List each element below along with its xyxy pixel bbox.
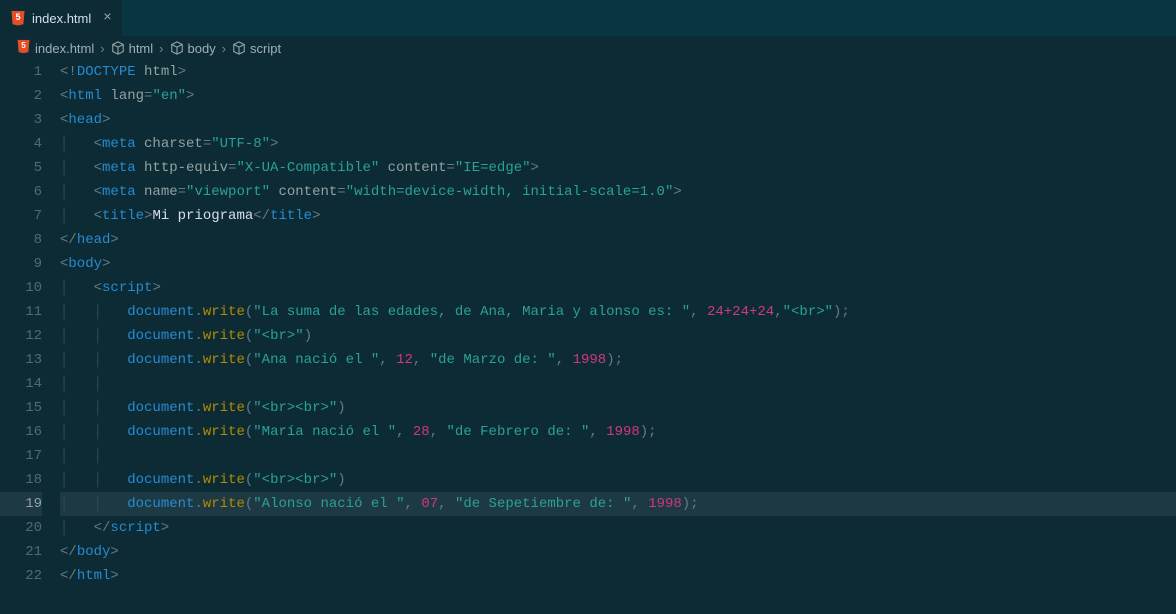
breadcrumb-label: body [188,41,216,56]
code-line[interactable]: │ <meta http-equiv="X-UA-Compatible" con… [60,156,1176,180]
tab-bar: index.html × [0,0,1176,36]
code-line[interactable]: │ │ document.write("<br><br>") [60,396,1176,420]
breadcrumb-body[interactable]: body [170,41,216,56]
breadcrumb-label: html [129,41,154,56]
breadcrumb-file-label: index.html [35,41,94,56]
code-line[interactable]: │ </script> [60,516,1176,540]
line-number: 4 [0,132,42,156]
code-line[interactable]: │ <script> [60,276,1176,300]
code-line[interactable]: │ │ document.write("Ana nació el ", 12, … [60,348,1176,372]
chevron-right-icon: › [98,41,106,56]
line-number: 14 [0,372,42,396]
code-line[interactable]: │ │ [60,372,1176,396]
code-line[interactable]: </body> [60,540,1176,564]
code-area[interactable]: <!DOCTYPE html> <html lang="en"> <head> … [60,60,1176,614]
tab-label: index.html [32,11,91,26]
line-number: 2 [0,84,42,108]
line-number: 3 [0,108,42,132]
line-number: 5 [0,156,42,180]
code-line[interactable]: │ <meta charset="UTF-8"> [60,132,1176,156]
code-line[interactable]: │ │ document.write("La suma de las edade… [60,300,1176,324]
line-number-gutter: 1 2 3 4 5 6 7 8 9 10 11 12 13 14 15 16 1… [0,60,60,614]
line-number: 13 [0,348,42,372]
line-number: 7 [0,204,42,228]
breadcrumb-file[interactable]: index.html [16,39,94,57]
line-number: 9 [0,252,42,276]
cube-icon [232,41,246,55]
line-number: 22 [0,564,42,588]
close-icon[interactable]: × [103,10,111,26]
cube-icon [170,41,184,55]
tab-index-html[interactable]: index.html × [0,0,123,36]
line-number: 12 [0,324,42,348]
breadcrumb-label: script [250,41,281,56]
line-number: 21 [0,540,42,564]
code-editor[interactable]: 1 2 3 4 5 6 7 8 9 10 11 12 13 14 15 16 1… [0,60,1176,614]
cube-icon [111,41,125,55]
code-line[interactable]: │ │ document.write("<br><br>") [60,468,1176,492]
code-line[interactable]: <html lang="en"> [60,84,1176,108]
code-line[interactable]: <head> [60,108,1176,132]
code-line[interactable]: <body> [60,252,1176,276]
code-line[interactable]: │ <title>Mi priograma</title> [60,204,1176,228]
chevron-right-icon: › [157,41,165,56]
line-number: 8 [0,228,42,252]
code-line[interactable]: </html> [60,564,1176,588]
html5-icon [16,39,31,57]
code-line[interactable]: │ <meta name="viewport" content="width=d… [60,180,1176,204]
line-number: 11 [0,300,42,324]
breadcrumb: index.html › html › body › script [0,36,1176,60]
code-line[interactable]: │ │ document.write("María nació el ", 28… [60,420,1176,444]
code-line[interactable]: │ │ document.write("<br>") [60,324,1176,348]
code-line[interactable]: <!DOCTYPE html> [60,60,1176,84]
html5-icon [10,10,26,26]
breadcrumb-script[interactable]: script [232,41,281,56]
line-number: 19 [0,492,42,516]
line-number: 1 [0,60,42,84]
chevron-right-icon: › [220,41,228,56]
line-number: 15 [0,396,42,420]
line-number: 18 [0,468,42,492]
code-line[interactable]: │ │ document.write("Alonso nació el ", 0… [60,492,1176,516]
line-number: 10 [0,276,42,300]
breadcrumb-html[interactable]: html [111,41,154,56]
line-number: 16 [0,420,42,444]
code-line[interactable]: │ │ [60,444,1176,468]
line-number: 6 [0,180,42,204]
line-number: 17 [0,444,42,468]
code-line[interactable]: </head> [60,228,1176,252]
line-number: 20 [0,516,42,540]
